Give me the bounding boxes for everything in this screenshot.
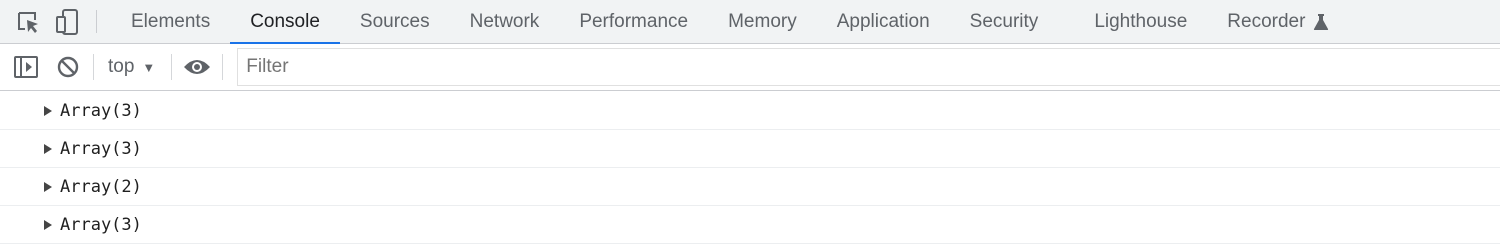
tab-label: Security (969, 10, 1039, 32)
clear-console-button[interactable] (49, 48, 87, 86)
expand-triangle-icon[interactable] (44, 143, 52, 154)
console-entry[interactable]: Array(3) (0, 92, 1500, 130)
tab-label: Elements (131, 10, 211, 32)
console-entry-text: Array(3) (60, 100, 142, 121)
clear-console-icon (57, 56, 79, 78)
tab-lighthouse[interactable]: Lighthouse (1074, 0, 1207, 43)
console-messages: Array(3) Array(3) Array(2) Array(3) (0, 92, 1500, 244)
inspect-element-button[interactable] (8, 0, 48, 43)
tab-label: Application (836, 10, 930, 32)
toolbar-divider (171, 54, 173, 80)
expand-triangle-icon[interactable] (44, 219, 52, 230)
tabbar-divider (96, 10, 97, 33)
console-toolbar: top ▼ (0, 44, 1500, 91)
device-toolbar-button[interactable] (48, 0, 86, 43)
tab-elements[interactable]: Elements (111, 0, 230, 43)
tab-label: Sources (359, 10, 430, 32)
console-entry[interactable]: Array(3) (0, 206, 1500, 244)
tab-performance[interactable]: Performance (559, 0, 708, 43)
flask-icon (1313, 13, 1329, 31)
tab-label: Recorder (1227, 10, 1306, 32)
tab-sources[interactable]: Sources (340, 0, 450, 43)
devtools-tabbar: Elements Console Sources Network Perform… (0, 0, 1500, 44)
tab-label: Lighthouse (1094, 10, 1188, 32)
tab-label: Performance (579, 10, 689, 32)
tab-memory[interactable]: Memory (708, 0, 817, 43)
sidebar-toggle-icon (14, 56, 38, 78)
context-label: top (108, 56, 135, 77)
expand-triangle-icon[interactable] (44, 105, 52, 116)
tab-label: Memory (728, 10, 797, 32)
console-entry[interactable]: Array(2) (0, 168, 1500, 206)
device-toolbar-icon (56, 8, 78, 35)
eye-icon (184, 60, 211, 74)
inspect-element-icon (18, 11, 38, 33)
live-expression-button[interactable] (178, 48, 216, 86)
tab-label: Network (469, 10, 540, 32)
toolbar-divider (222, 54, 224, 80)
console-entry-text: Array(3) (60, 138, 142, 159)
console-entry-text: Array(3) (60, 214, 142, 235)
dropdown-caret-icon: ▼ (142, 59, 156, 75)
tab-application[interactable]: Application (817, 0, 950, 43)
context-selector[interactable]: top ▼ (100, 56, 165, 78)
tab-console[interactable]: Console (230, 0, 340, 44)
sidebar-toggle-button[interactable] (7, 48, 45, 86)
filter-input[interactable] (237, 48, 1500, 86)
tab-recorder[interactable]: Recorder (1207, 0, 1349, 43)
tab-label: Console (250, 10, 320, 32)
console-entry[interactable]: Array(3) (0, 130, 1500, 168)
toolbar-divider (93, 54, 94, 80)
console-entry-text: Array(2) (60, 176, 142, 197)
expand-triangle-icon[interactable] (44, 181, 52, 192)
tab-security[interactable]: Security (950, 0, 1075, 43)
tab-network[interactable]: Network (450, 0, 560, 43)
